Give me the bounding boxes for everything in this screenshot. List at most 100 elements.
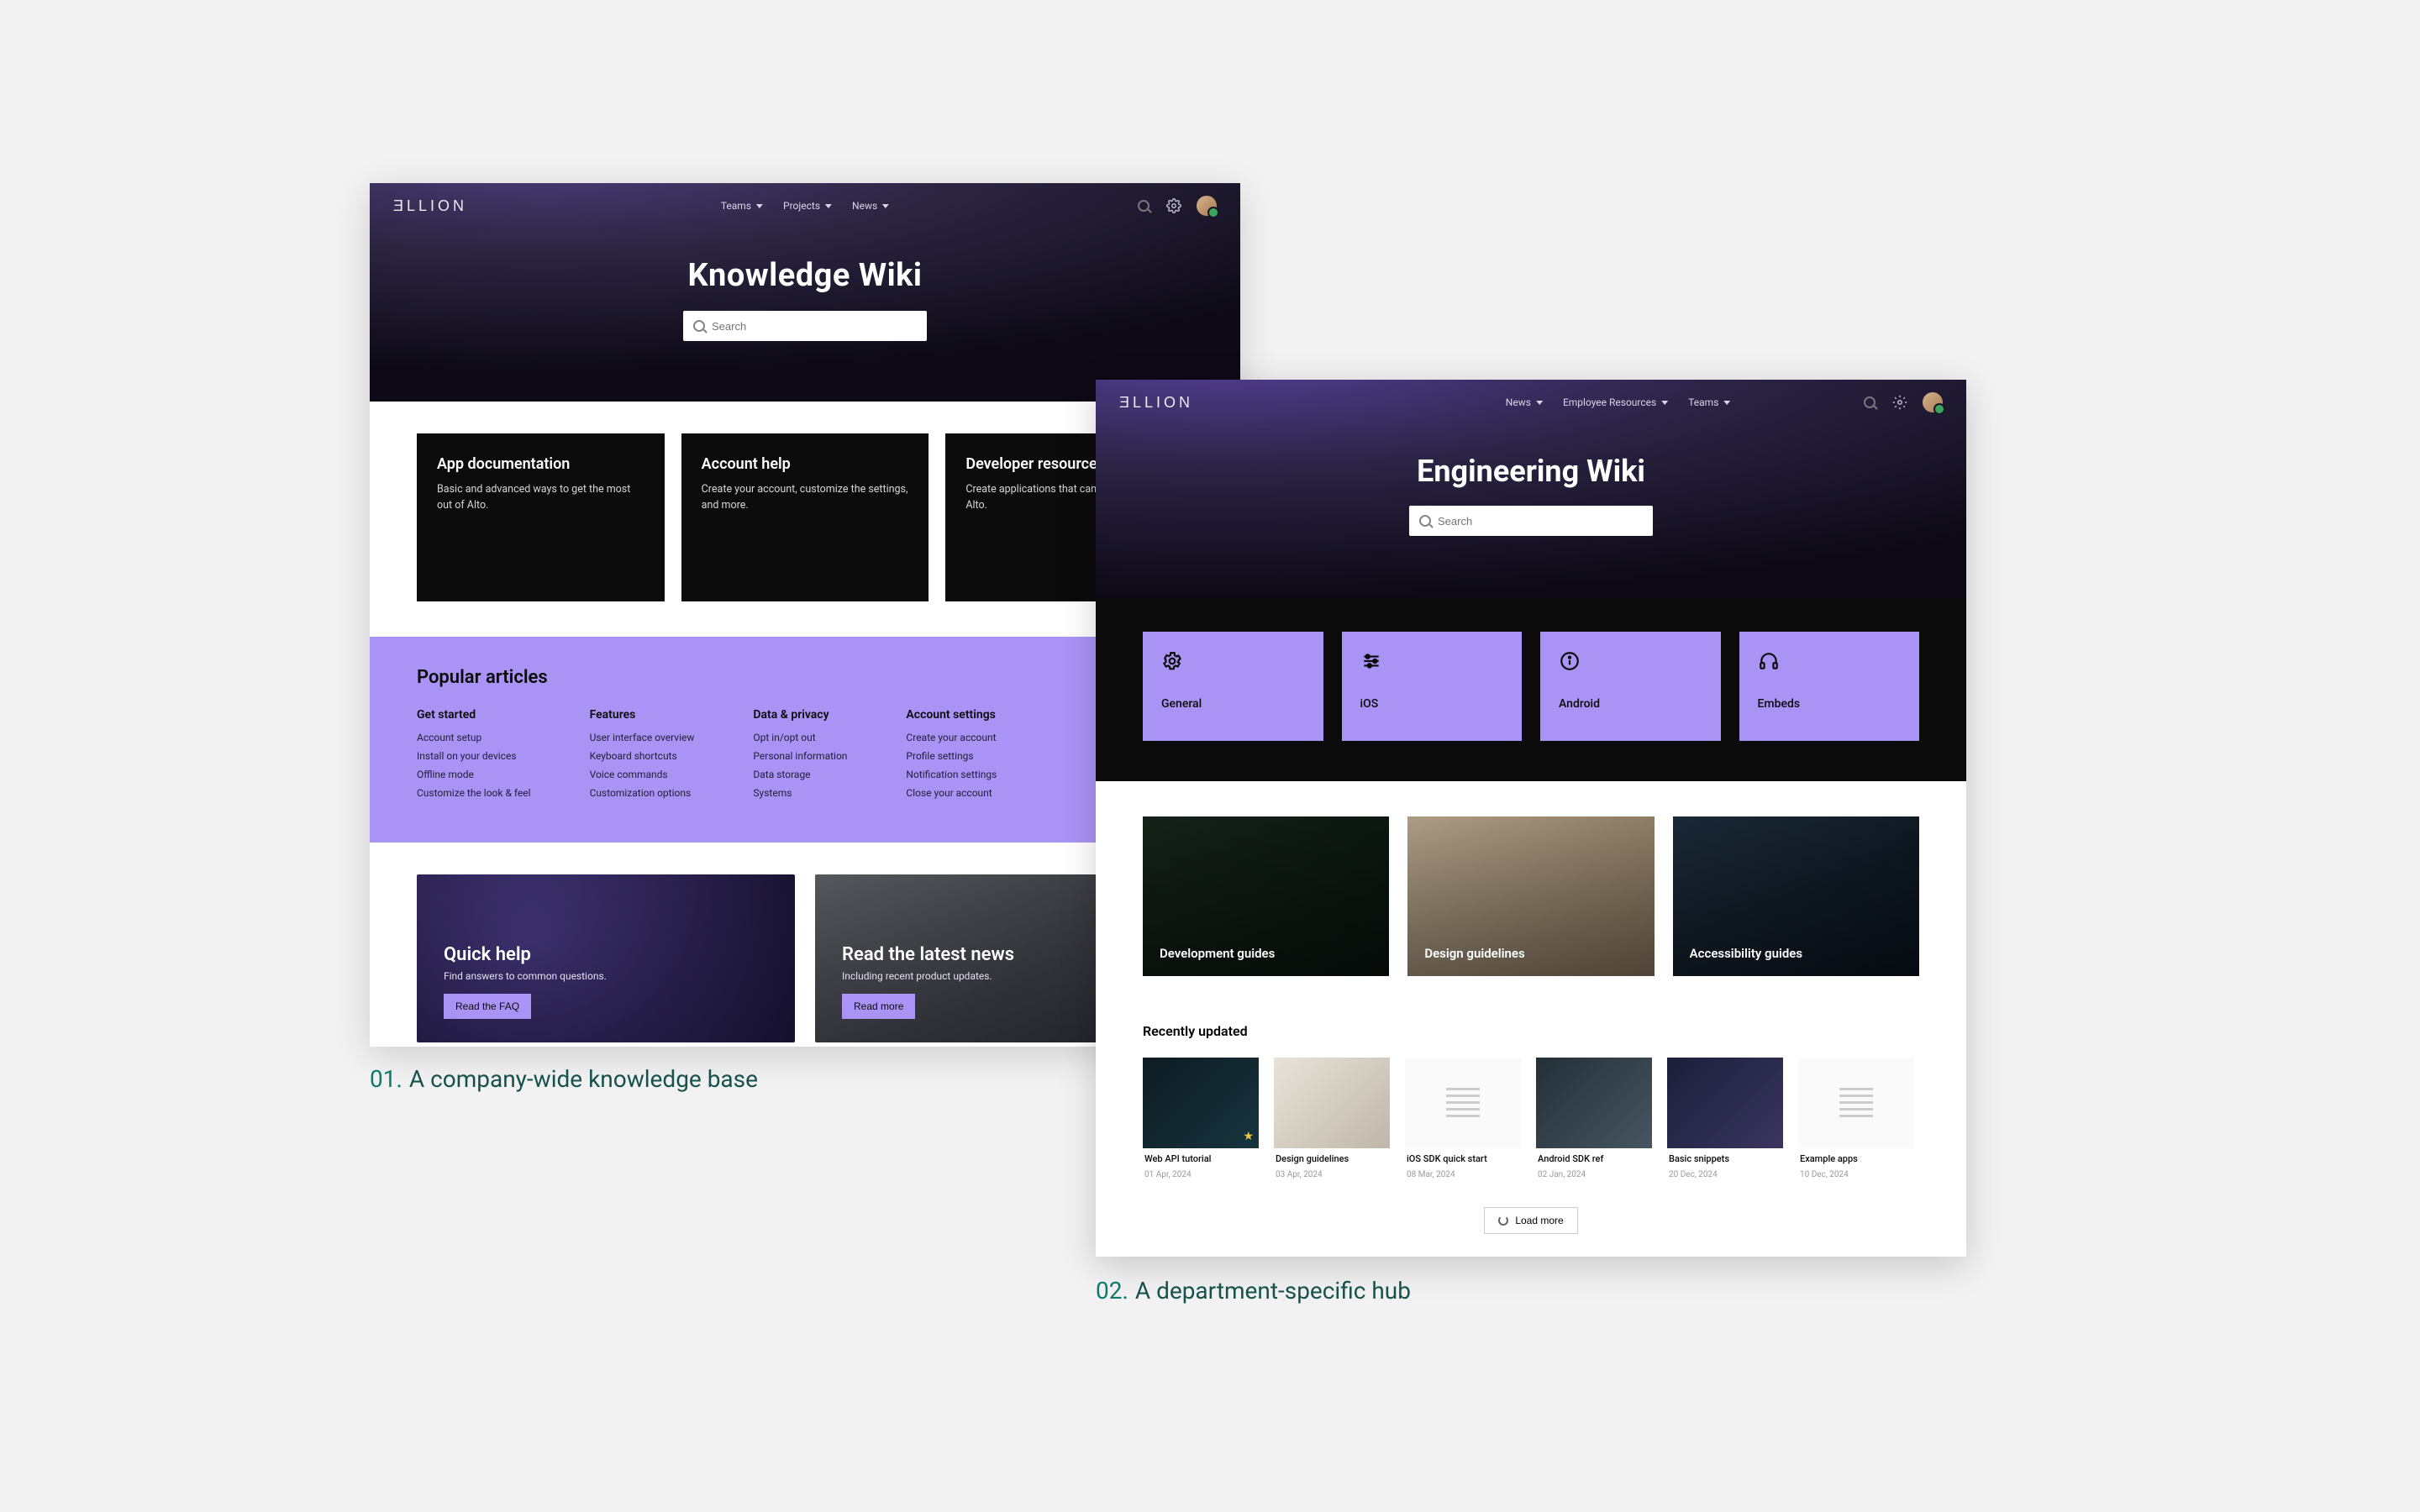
tile-app-documentation[interactable]: App documentation Basic and advanced way… [417, 433, 665, 601]
avatar[interactable] [1923, 392, 1943, 412]
hero-banner: ƎLLION News Employee Resources Teams Eng… [1096, 380, 1966, 598]
nav-item-employee-resources[interactable]: Employee Resources [1563, 396, 1668, 408]
article-link[interactable]: Profile settings [906, 750, 997, 762]
guide-design[interactable]: Design guidelines [1407, 816, 1654, 976]
category-embeds[interactable]: Embeds [1739, 632, 1920, 741]
search-input[interactable] [712, 320, 917, 333]
article-link[interactable]: Data storage [753, 769, 847, 780]
card-date: 20 Dec, 2024 [1669, 1170, 1718, 1179]
star-icon: ★ [1243, 1130, 1254, 1143]
read-more-button[interactable]: Read more [842, 994, 915, 1019]
category-ios[interactable]: iOS [1342, 632, 1523, 741]
guide-label: Development guides [1160, 946, 1275, 961]
card-desc: Find answers to common questions. [444, 970, 768, 982]
guide-development[interactable]: Development guides [1143, 816, 1389, 976]
tile-desc: Basic and advanced ways to get the most … [437, 481, 644, 514]
chevron-down-icon [756, 204, 763, 208]
article-link[interactable]: Systems [753, 787, 847, 799]
search-icon [693, 320, 705, 332]
article-link[interactable]: Customization options [590, 787, 695, 799]
search-icon[interactable] [1136, 198, 1151, 213]
chevron-down-icon [1723, 401, 1730, 405]
recent-card[interactable]: ★ Web API tutorial01 Apr, 2024 [1143, 1058, 1259, 1185]
thumbnail [1798, 1058, 1914, 1148]
recent-card[interactable]: Android SDK ref 02 Jan, 2024 [1536, 1058, 1652, 1185]
recent-card[interactable]: Design guidelines03 Apr, 2024 [1274, 1058, 1390, 1185]
tile-account-help[interactable]: Account help Create your account, custom… [681, 433, 929, 601]
category-label: Android [1559, 697, 1702, 711]
article-link[interactable]: Close your account [906, 787, 997, 799]
guide-cards: Development guides Design guidelines Acc… [1096, 781, 1966, 976]
hero-banner: ƎLLION Teams Projects News Knowledge Wik… [370, 183, 1240, 402]
popular-column-get-started: Get started Account setup Install on you… [417, 708, 531, 806]
article-link[interactable]: Keyboard shortcuts [590, 750, 695, 762]
article-link[interactable]: Notification settings [906, 769, 997, 780]
window-engineering-wiki: ƎLLION News Employee Resources Teams Eng… [1096, 380, 1966, 1257]
search-box[interactable] [1409, 506, 1653, 536]
card-quick-help[interactable]: Quick help Find answers to common questi… [417, 874, 795, 1042]
category-general[interactable]: General [1143, 632, 1323, 741]
chevron-down-icon [1536, 401, 1543, 405]
nav-item-news[interactable]: News [1506, 396, 1543, 408]
nav-menu: News Employee Resources Teams [1506, 396, 1731, 408]
search-icon[interactable] [1862, 395, 1877, 410]
popular-column-account-settings: Account settings Create your account Pro… [906, 708, 997, 806]
caption-a: 01.A company-wide knowledge base [370, 1065, 758, 1093]
card-title: Android SDK ref [1538, 1153, 1650, 1164]
caption-text: A department-specific hub [1135, 1277, 1411, 1305]
category-tiles: General iOS Android Embeds [1096, 598, 1966, 781]
avatar[interactable] [1197, 196, 1217, 216]
thumbnail [1536, 1058, 1652, 1148]
card-title: Quick help [444, 944, 768, 965]
article-link[interactable]: Offline mode [417, 769, 531, 780]
nav-label: News [1506, 396, 1531, 408]
nav-item-teams[interactable]: Teams [721, 200, 763, 212]
article-link[interactable]: Opt in/opt out [753, 732, 847, 743]
article-link[interactable]: User interface overview [590, 732, 695, 743]
load-more-label: Load more [1515, 1215, 1563, 1226]
brand-logo[interactable]: ƎLLION [393, 197, 467, 215]
column-heading: Get started [417, 708, 531, 722]
card-date: 02 Jan, 2024 [1538, 1170, 1586, 1179]
article-link[interactable]: Personal information [753, 750, 847, 762]
chevron-down-icon [825, 204, 832, 208]
load-more-button[interactable]: Load more [1484, 1207, 1577, 1234]
section-heading: Recently updated [1143, 1023, 1919, 1039]
recent-grid: ★ Web API tutorial01 Apr, 2024 Design gu… [1143, 1058, 1919, 1185]
search-input[interactable] [1438, 515, 1643, 528]
nav-item-news[interactable]: News [852, 200, 889, 212]
chevron-down-icon [882, 204, 889, 208]
tile-title: App documentation [437, 455, 644, 473]
article-link[interactable]: Install on your devices [417, 750, 531, 762]
recent-card[interactable]: Basic snippets 20 Dec, 2024 [1667, 1058, 1783, 1185]
caption-text: A company-wide knowledge base [409, 1065, 758, 1093]
nav-label: News [852, 200, 877, 212]
caption-number: 01. [370, 1065, 402, 1093]
nav-label: Employee Resources [1563, 396, 1656, 408]
recent-card[interactable]: Example apps10 Dec, 2024 [1798, 1058, 1914, 1185]
guide-label: Design guidelines [1424, 946, 1524, 961]
nav-item-projects[interactable]: Projects [783, 200, 832, 212]
settings-gear-icon[interactable] [1892, 395, 1907, 410]
brand-logo[interactable]: ƎLLION [1119, 394, 1193, 412]
guide-accessibility[interactable]: Accessibility guides [1673, 816, 1919, 976]
chevron-down-icon [1661, 401, 1668, 405]
sliders-icon [1360, 650, 1382, 672]
thumbnail: ★ [1143, 1058, 1259, 1148]
article-link[interactable]: Customize the look & feel [417, 787, 531, 799]
card-title: Basic snippets [1669, 1153, 1781, 1164]
read-faq-button[interactable]: Read the FAQ [444, 994, 531, 1019]
card-title: Web API tutorial [1144, 1153, 1257, 1164]
nav-item-teams[interactable]: Teams [1688, 396, 1730, 408]
search-box[interactable] [683, 311, 927, 341]
settings-gear-icon[interactable] [1166, 198, 1181, 213]
top-nav: ƎLLION News Employee Resources Teams [1096, 380, 1966, 425]
recently-updated-section: Recently updated ★ Web API tutorial01 Ap… [1096, 976, 1966, 1254]
column-heading: Account settings [906, 708, 997, 722]
article-link[interactable]: Voice commands [590, 769, 695, 780]
category-android[interactable]: Android [1540, 632, 1721, 741]
card-date: 08 Mar, 2024 [1407, 1170, 1455, 1179]
article-link[interactable]: Create your account [906, 732, 997, 743]
recent-card[interactable]: iOS SDK quick start08 Mar, 2024 [1405, 1058, 1521, 1185]
article-link[interactable]: Account setup [417, 732, 531, 743]
